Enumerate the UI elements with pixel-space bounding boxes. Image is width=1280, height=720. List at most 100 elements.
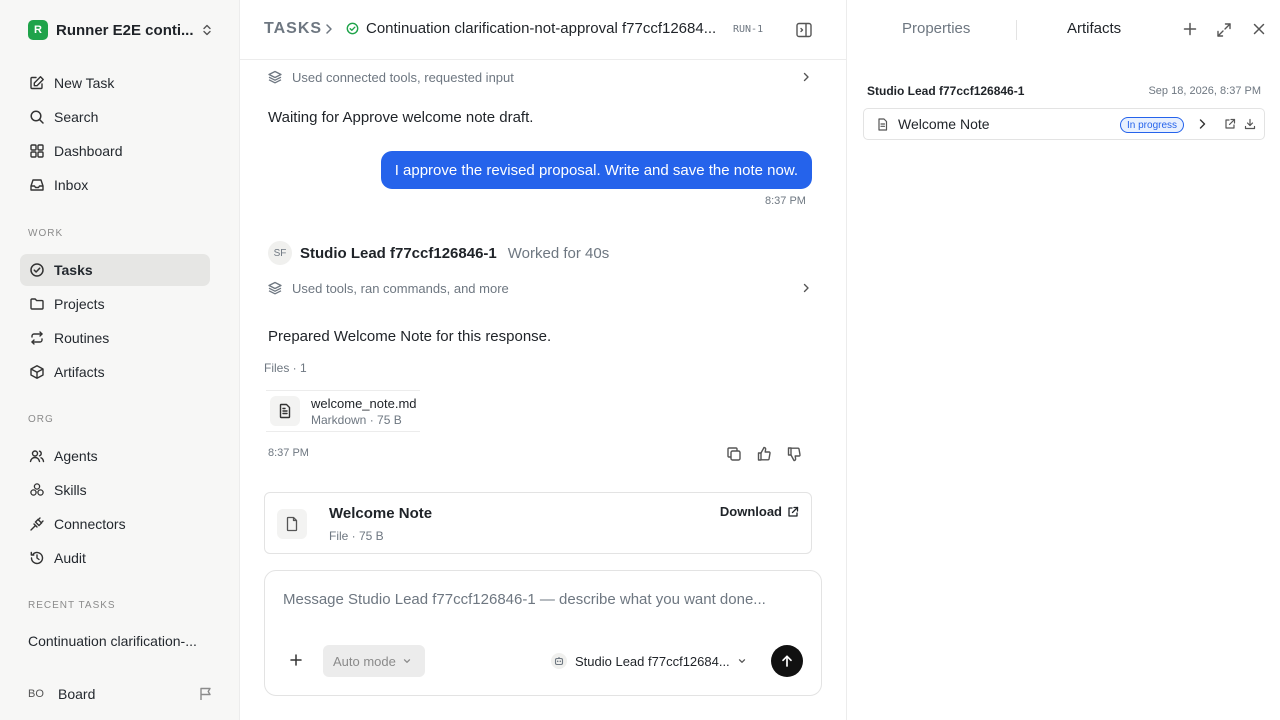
download-button[interactable]: Download [720, 504, 799, 519]
layers-icon [268, 70, 284, 84]
trace-row-2[interactable]: Used tools, ran commands, and more [268, 277, 812, 299]
external-link-icon[interactable] [1224, 118, 1236, 130]
section-org: ORG [28, 414, 54, 425]
trace-label: Used connected tools, requested input [292, 69, 514, 85]
users-icon [28, 447, 46, 465]
nav-label: Connectors [54, 516, 126, 532]
tab-divider [1016, 20, 1017, 40]
tab-properties[interactable]: Properties [902, 20, 970, 37]
message-input[interactable] [283, 591, 803, 615]
chevron-down-icon [402, 656, 412, 666]
check-circle-icon [28, 261, 46, 279]
document-icon [876, 117, 890, 131]
chevron-right-icon[interactable] [1196, 117, 1208, 131]
download-icon[interactable] [1244, 118, 1256, 130]
agent-response-header: SF Studio Lead f77ccf126846-1 Worked for… [268, 241, 609, 265]
workspace-logo: R [28, 20, 48, 40]
bot-icon [551, 653, 567, 669]
grid-icon [28, 142, 46, 160]
file-text-icon [270, 396, 300, 426]
agent-select-label: Studio Lead f77ccf12684... [575, 653, 730, 669]
trace-label: Used tools, ran commands, and more [292, 280, 509, 296]
nav-dashboard[interactable]: Dashboard [20, 135, 210, 167]
panel-tabs: Properties Artifacts [847, 0, 1280, 60]
avatar: BO [28, 688, 44, 700]
history-icon [28, 549, 46, 567]
file-name: welcome_note.md [311, 395, 417, 411]
artifact-list-item[interactable]: Welcome Note In progress [863, 108, 1265, 140]
thumbs-up-icon[interactable] [755, 445, 773, 463]
chevron-right-icon [800, 282, 812, 294]
nav-search[interactable]: Search [20, 101, 210, 133]
nav-new-task[interactable]: New Task [20, 67, 210, 99]
mode-select[interactable]: Auto mode [323, 645, 425, 677]
file-meta: welcome_note.md Markdown · 75 B [311, 396, 417, 427]
response-timestamp: 8:37 PM [268, 447, 309, 459]
artifact-card[interactable]: Welcome Note File · 75 B Download [264, 492, 812, 554]
nav-audit[interactable]: Audit [20, 542, 210, 574]
plus-icon[interactable] [1183, 22, 1197, 36]
pencil-square-icon [28, 74, 46, 92]
agent-select[interactable]: Studio Lead f77ccf12684... [551, 653, 747, 669]
inbox-icon [28, 176, 46, 194]
search-icon [28, 108, 46, 126]
primary-nav: New Task Search Dashboard Inbox [20, 67, 210, 203]
plug-icon [28, 515, 46, 533]
org-nav: Agents Skills Connectors Audit [20, 440, 210, 576]
task-header: TASKS Continuation clarification-not-app… [240, 0, 846, 60]
nav-connectors[interactable]: Connectors [20, 508, 210, 540]
thumbs-down-icon[interactable] [785, 445, 803, 463]
nav-label: Search [54, 109, 99, 125]
mode-label: Auto mode [333, 653, 396, 669]
recent-task-item[interactable]: Continuation clarification-... [28, 633, 208, 649]
workspace-switcher[interactable]: R Runner E2E conti... [28, 18, 214, 42]
file-size: Markdown · 75 B [311, 412, 402, 427]
nav-projects[interactable]: Projects [20, 288, 210, 320]
download-label: Download [719, 504, 782, 519]
agent-response-text: Prepared Welcome Note for this response. [268, 328, 552, 345]
trace-row-1[interactable]: Used connected tools, requested input [268, 66, 812, 88]
file-icon [277, 509, 307, 539]
nav-inbox[interactable]: Inbox [20, 169, 210, 201]
tab-artifacts[interactable]: Artifacts [1067, 20, 1121, 37]
copy-icon[interactable] [725, 445, 743, 463]
file-attachment[interactable]: welcome_note.md Markdown · 75 B [266, 390, 420, 432]
status-badge: In progress [1120, 117, 1185, 133]
nav-label: Artifacts [54, 364, 105, 380]
send-button[interactable] [771, 645, 803, 677]
nav-skills[interactable]: Skills [20, 474, 210, 506]
chevron-right-icon [322, 22, 336, 36]
nav-agents[interactable]: Agents [20, 440, 210, 472]
nav-label: Tasks [54, 262, 93, 278]
message-composer: Auto mode Studio Lead f77ccf12684... [264, 570, 822, 696]
chevron-right-icon [800, 71, 812, 83]
nav-label: New Task [54, 75, 115, 91]
nav-label: Routines [54, 330, 110, 346]
repeat-icon [28, 329, 46, 347]
plus-icon[interactable] [289, 653, 303, 667]
response-actions [725, 445, 803, 463]
status-check-icon [346, 22, 359, 35]
nav-label: Skills [54, 482, 87, 498]
waiting-message: Waiting for Approve welcome note draft. [268, 109, 534, 126]
close-icon[interactable] [1252, 22, 1266, 36]
breadcrumb-tasks[interactable]: TASKS [264, 20, 322, 38]
external-link-icon [787, 506, 799, 518]
nav-label: Projects [54, 296, 105, 312]
nav-routines[interactable]: Routines [20, 322, 210, 354]
section-work: WORK [28, 228, 64, 239]
user-menu[interactable]: BO Board [28, 684, 214, 704]
artifact-title: Welcome Note [329, 505, 433, 522]
expand-icon[interactable] [1216, 22, 1232, 38]
agent-name: Studio Lead f77ccf126846-1 [300, 244, 497, 262]
panel-toggle-icon[interactable] [795, 21, 813, 39]
page-title: Continuation clarification-not-approval … [366, 20, 717, 37]
chevron-down-icon [737, 656, 747, 666]
nav-tasks[interactable]: Tasks [20, 254, 210, 286]
files-label: Files · 1 [264, 361, 307, 375]
work-nav: Tasks Projects Routines Artifacts [20, 254, 210, 390]
work-duration: Worked for 40s [507, 244, 610, 262]
nav-artifacts[interactable]: Artifacts [20, 356, 210, 388]
flag-icon[interactable] [198, 686, 214, 702]
artifact-name: Welcome Note [898, 116, 990, 132]
